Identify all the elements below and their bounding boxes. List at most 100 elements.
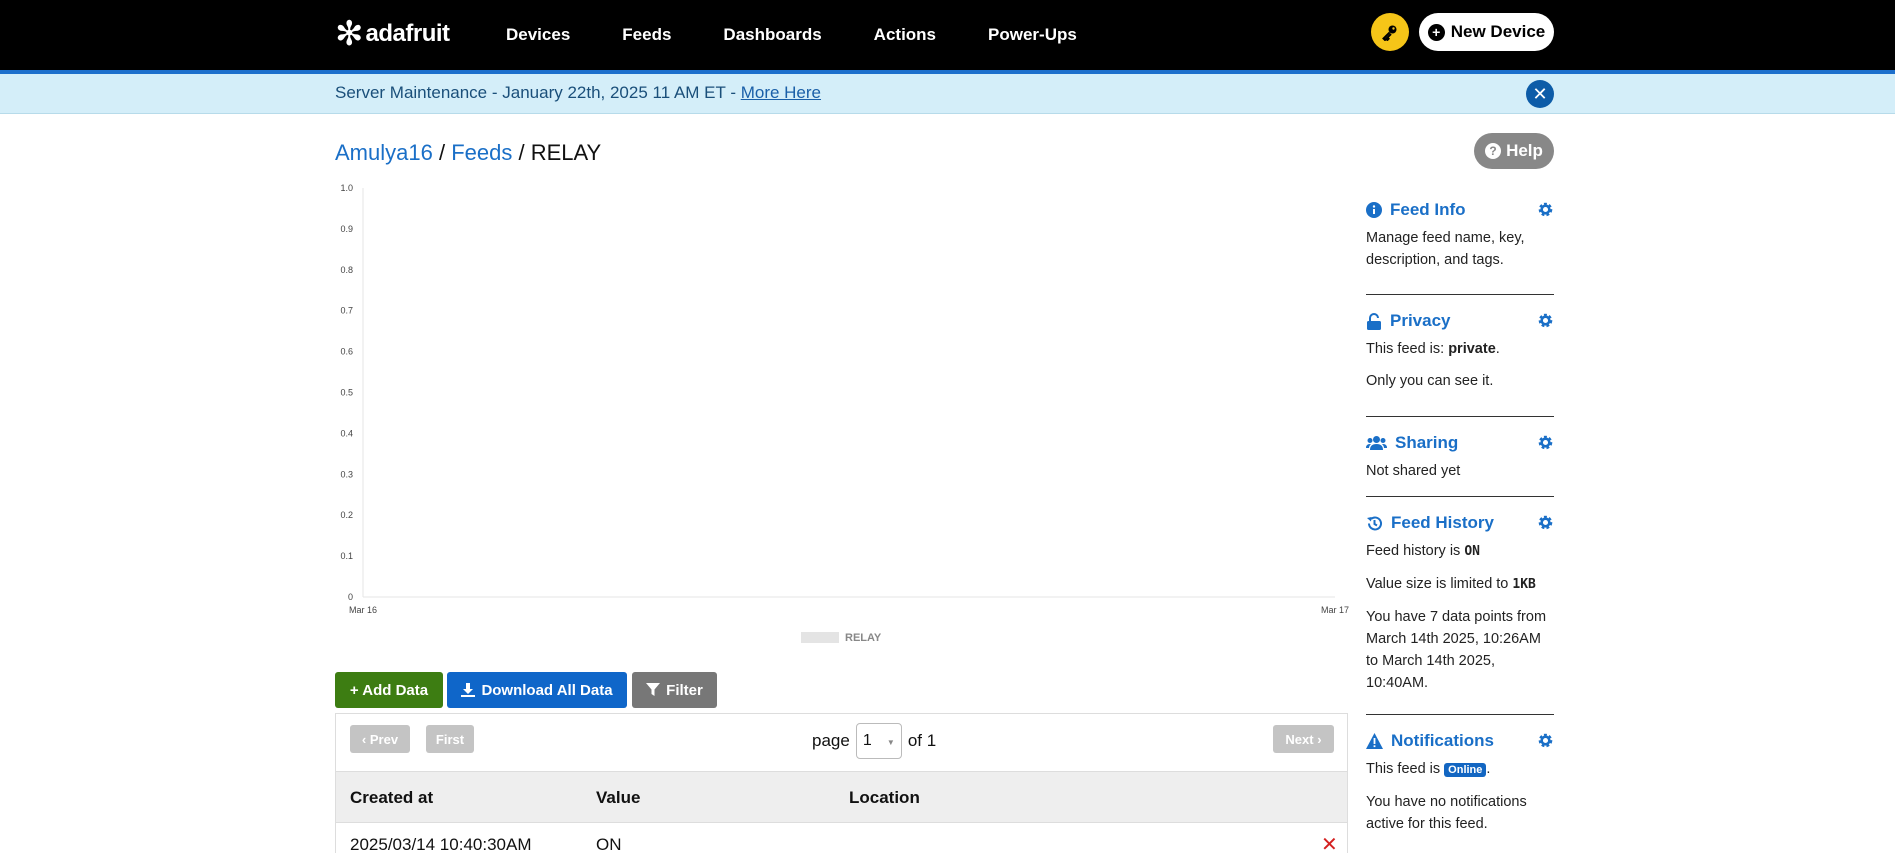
notifications-title[interactable]: Notifications xyxy=(1366,730,1554,752)
page-label: page xyxy=(812,731,850,750)
history-status-text: Feed history is ON xyxy=(1366,540,1554,563)
filter-icon xyxy=(646,683,661,696)
prev-label: Prev xyxy=(369,731,399,747)
help-button[interactable]: ? Help xyxy=(1474,133,1554,169)
privacy-section: Privacy This feed is: private. Only you … xyxy=(1366,310,1554,392)
notifications-label: Notifications xyxy=(1391,731,1494,750)
plus-circle-icon: + xyxy=(1427,23,1445,41)
users-icon xyxy=(1366,436,1387,450)
y-tick-label: 0.1 xyxy=(340,551,353,561)
privacy-label: Privacy xyxy=(1390,311,1451,330)
cell-value: ON xyxy=(596,835,622,854)
next-button[interactable]: Next › xyxy=(1273,725,1334,753)
sharing-title[interactable]: Sharing xyxy=(1366,432,1554,454)
sidebar-divider xyxy=(1366,496,1554,497)
cell-created: 2025/03/14 10:40:30AM xyxy=(350,835,532,854)
star-logo-icon: ✻ xyxy=(335,15,364,53)
notifications-suffix: . xyxy=(1486,761,1491,777)
col-created-at[interactable]: Created at xyxy=(350,788,433,808)
notifications-status-text: This feed is Online. xyxy=(1366,758,1554,781)
col-location[interactable]: Location xyxy=(849,788,920,808)
nav-devices[interactable]: Devices xyxy=(506,25,570,45)
info-icon xyxy=(1366,202,1382,218)
history-icon xyxy=(1367,515,1382,530)
chevron-right-icon: › xyxy=(1313,731,1322,747)
key-icon xyxy=(1382,25,1397,41)
help-label: Help xyxy=(1506,141,1543,160)
sharing-text: Not shared yet xyxy=(1366,463,1461,479)
nav-actions[interactable]: Actions xyxy=(874,25,936,45)
new-device-button[interactable]: + New Device xyxy=(1419,13,1554,51)
feed-chart: 1.0 0.9 0.8 0.7 0.6 0.5 0.4 0.3 0.2 0.1 0 Mar 16 Mar… xyxy=(340,183,1349,644)
privacy-title[interactable]: Privacy xyxy=(1366,310,1554,332)
history-limit-prefix: Value size is limited to xyxy=(1366,576,1513,592)
first-label: First xyxy=(435,731,465,747)
adafruit-logo[interactable]: ✻ adafruit xyxy=(335,14,450,54)
y-tick-label: 0.5 xyxy=(340,388,353,398)
filter-label: Filter xyxy=(666,681,703,699)
add-data-label: + Add Data xyxy=(349,681,429,699)
nav-dashboards[interactable]: Dashboards xyxy=(723,25,821,45)
legend-swatch xyxy=(801,632,839,643)
privacy-note: Only you can see it. xyxy=(1366,373,1494,389)
feed-info-label: Feed Info xyxy=(1390,200,1466,219)
feed-history-title[interactable]: Feed History xyxy=(1366,512,1554,534)
gear-icon[interactable] xyxy=(1537,201,1554,218)
page-select[interactable]: 1 ▼ xyxy=(855,723,902,759)
history-points-text: You have 7 data points from March 14th 2… xyxy=(1366,609,1547,691)
first-button[interactable]: First xyxy=(426,725,474,753)
gear-icon[interactable] xyxy=(1537,434,1554,451)
feed-history-section: Feed History Feed history is ON Value si… xyxy=(1366,512,1554,694)
gear-icon[interactable] xyxy=(1537,732,1554,749)
col-value[interactable]: Value xyxy=(596,788,640,808)
api-key-button[interactable] xyxy=(1371,13,1409,51)
banner-more-link[interactable]: More Here xyxy=(741,83,821,102)
privacy-status: private xyxy=(1448,341,1496,357)
feed-info-title[interactable]: Feed Info xyxy=(1366,199,1554,221)
chevron-down-icon: ▼ xyxy=(886,738,895,747)
nav-power-ups[interactable]: Power-Ups xyxy=(988,25,1077,45)
gear-icon[interactable] xyxy=(1537,514,1554,531)
feed-history-label: Feed History xyxy=(1391,513,1494,532)
breadcrumb-user[interactable]: Amulya16 xyxy=(335,140,433,165)
privacy-status-text: This feed is: private. xyxy=(1366,338,1554,360)
maintenance-banner: Server Maintenance - January 22th, 2025 … xyxy=(0,74,1895,114)
y-tick-label: 0 xyxy=(348,592,353,602)
banner-close-button[interactable]: ✕ xyxy=(1526,80,1554,108)
sidebar-divider xyxy=(1366,714,1554,715)
next-label: Next xyxy=(1285,731,1314,747)
y-tick-label: 0.2 xyxy=(340,510,353,520)
x-tick-label: Mar 16 xyxy=(349,605,377,615)
pager: page 1 ▼ of 1 xyxy=(812,723,936,759)
y-tick-label: 0.9 xyxy=(340,224,353,234)
page-current: 1 xyxy=(862,732,872,749)
x-tick-label: Mar 17 xyxy=(1321,605,1349,615)
main-nav: Devices Feeds Dashboards Actions Power-U… xyxy=(480,0,1103,70)
delete-icon[interactable]: ✕ xyxy=(1321,832,1338,857)
prev-button[interactable]: ‹ Prev xyxy=(350,725,410,753)
add-data-button[interactable]: + Add Data xyxy=(335,672,443,708)
notifications-section: Notifications This feed is Online. You h… xyxy=(1366,730,1554,835)
sidebar-divider xyxy=(1366,416,1554,417)
download-icon xyxy=(461,683,476,697)
close-icon: ✕ xyxy=(1532,83,1548,104)
filter-button[interactable]: Filter xyxy=(632,672,717,708)
nav-feeds[interactable]: Feeds xyxy=(622,25,671,45)
table-row: 2025/03/14 10:40:30AM ON ✕ xyxy=(336,824,1347,864)
legend-label: RELAY xyxy=(845,632,882,644)
y-tick-label: 0.8 xyxy=(340,265,353,275)
chevron-left-icon: ‹ xyxy=(361,731,370,747)
sharing-section: Sharing Not shared yet xyxy=(1366,432,1554,482)
privacy-prefix: This feed is: xyxy=(1366,341,1449,357)
feed-info-text: Manage feed name, key, description, and … xyxy=(1366,230,1525,268)
breadcrumb-sep: / xyxy=(512,140,531,165)
download-all-button[interactable]: Download All Data xyxy=(447,672,627,708)
breadcrumb-feeds[interactable]: Feeds xyxy=(451,140,512,165)
data-table: ‹ Prev First page 1 ▼ of 1 Next › Created… xyxy=(335,713,1348,856)
history-limit: 1KB xyxy=(1512,577,1536,592)
question-icon: ? xyxy=(1485,143,1502,159)
unlock-icon xyxy=(1367,312,1381,330)
y-tick-label: 0.3 xyxy=(340,469,353,479)
gear-icon[interactable] xyxy=(1537,312,1554,329)
banner-text: Server Maintenance - January 22th, 2025 … xyxy=(335,83,821,103)
